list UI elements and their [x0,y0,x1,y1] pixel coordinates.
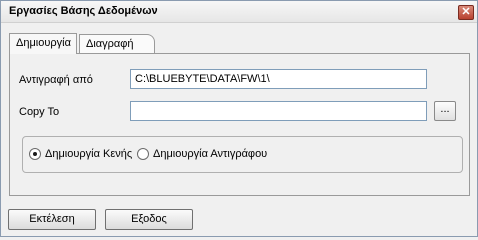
close-button[interactable]: ✕ [458,5,474,20]
tab-create[interactable]: Δημιουργία [9,33,77,54]
copy-to-label: Copy To [19,106,60,118]
copy-from-field[interactable]: C:\BLUEBYTE\DATA\FW\1\ [130,69,427,89]
radio-create-copy-label: Δημιουργία Αντιγράφου [153,148,268,160]
tab-delete[interactable]: Διαγραφή [79,34,155,53]
radio-checked-icon [29,148,41,160]
browse-button[interactable]: ... [434,101,456,121]
tab-panel-create: Αντιγραφή από C:\BLUEBYTE\DATA\FW\1\ Cop… [9,53,470,196]
dialog-window: Εργασίες Βάσης Δεδομένων ✕ Δημιουργία Δι… [0,0,478,237]
window-title: Εργασίες Βάσης Δεδομένων [9,5,158,17]
create-mode-group: Δημιουργία Κενής Δημιουργία Αντιγράφου [22,136,463,173]
execute-button[interactable]: Εκτέλεση [8,209,96,230]
copy-from-label: Αντιγραφή από [19,74,93,86]
copy-to-field[interactable] [130,101,427,121]
title-bar[interactable]: Εργασίες Βάσης Δεδομένων ✕ [1,1,477,23]
exit-button[interactable]: Εξοδος [105,209,193,230]
close-icon: ✕ [461,6,471,18]
radio-create-empty[interactable]: Δημιουργία Κενής [29,148,132,160]
radio-unchecked-icon [137,148,149,160]
radio-create-empty-label: Δημιουργία Κενής [45,148,133,160]
radio-create-copy[interactable]: Δημιουργία Αντιγράφου [137,148,267,160]
